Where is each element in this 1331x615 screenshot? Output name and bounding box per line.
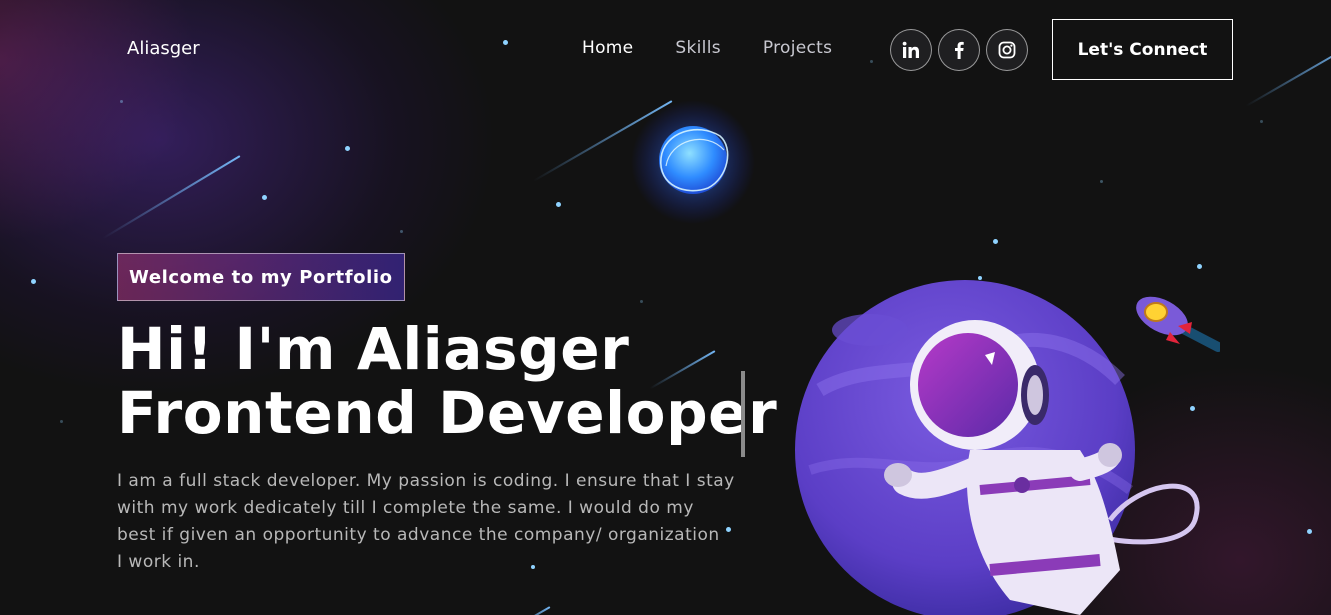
glowing-planet-illustration xyxy=(631,100,755,224)
hero-title-line2: Frontend Developer xyxy=(117,379,778,447)
linkedin-button[interactable] xyxy=(890,29,932,71)
star xyxy=(1260,120,1263,123)
star xyxy=(60,420,63,423)
hero-title: Hi! I'm Aliasger Frontend Developer xyxy=(117,317,777,445)
star xyxy=(120,100,123,103)
facebook-button[interactable] xyxy=(938,29,980,71)
nav-link-skills[interactable]: Skills xyxy=(675,38,720,58)
shooting-star xyxy=(1245,45,1331,107)
nav-link-home[interactable]: Home xyxy=(582,38,633,58)
star xyxy=(640,300,643,303)
linkedin-icon xyxy=(902,41,919,58)
typing-cursor xyxy=(741,371,745,457)
lets-connect-button[interactable]: Let's Connect xyxy=(1052,19,1233,80)
star xyxy=(993,239,998,244)
welcome-badge: Welcome to my Portfolio xyxy=(117,253,405,301)
instagram-button[interactable] xyxy=(986,29,1028,71)
star xyxy=(1307,529,1312,534)
description-line: I work in. xyxy=(117,552,200,572)
star xyxy=(1197,264,1202,269)
facebook-icon xyxy=(955,41,964,59)
star xyxy=(1100,180,1103,183)
star xyxy=(31,279,36,284)
main-nav: Home Skills Projects xyxy=(582,38,874,58)
hero-title-line1: Hi! I'm Aliasger xyxy=(117,315,630,383)
shooting-star xyxy=(510,606,551,615)
description-line: best if given an opportunity to advance … xyxy=(117,525,720,545)
shooting-star xyxy=(102,155,241,240)
star xyxy=(400,230,403,233)
star xyxy=(503,40,508,45)
star xyxy=(870,60,873,63)
social-icons xyxy=(890,29,1028,71)
nav-link-projects[interactable]: Projects xyxy=(763,38,832,58)
description-line: I am a full stack developer. My passion … xyxy=(117,471,735,491)
star xyxy=(345,146,350,151)
description-line: with my work dedicately till I complete … xyxy=(117,498,694,518)
hero-description: I am a full stack developer. My passion … xyxy=(117,468,737,576)
astronaut-illustration xyxy=(795,280,1200,615)
star xyxy=(556,202,561,207)
brand-logo[interactable]: Aliasger xyxy=(124,38,205,64)
star xyxy=(262,195,267,200)
brand-name: Aliasger xyxy=(127,38,200,59)
instagram-icon xyxy=(998,41,1016,59)
